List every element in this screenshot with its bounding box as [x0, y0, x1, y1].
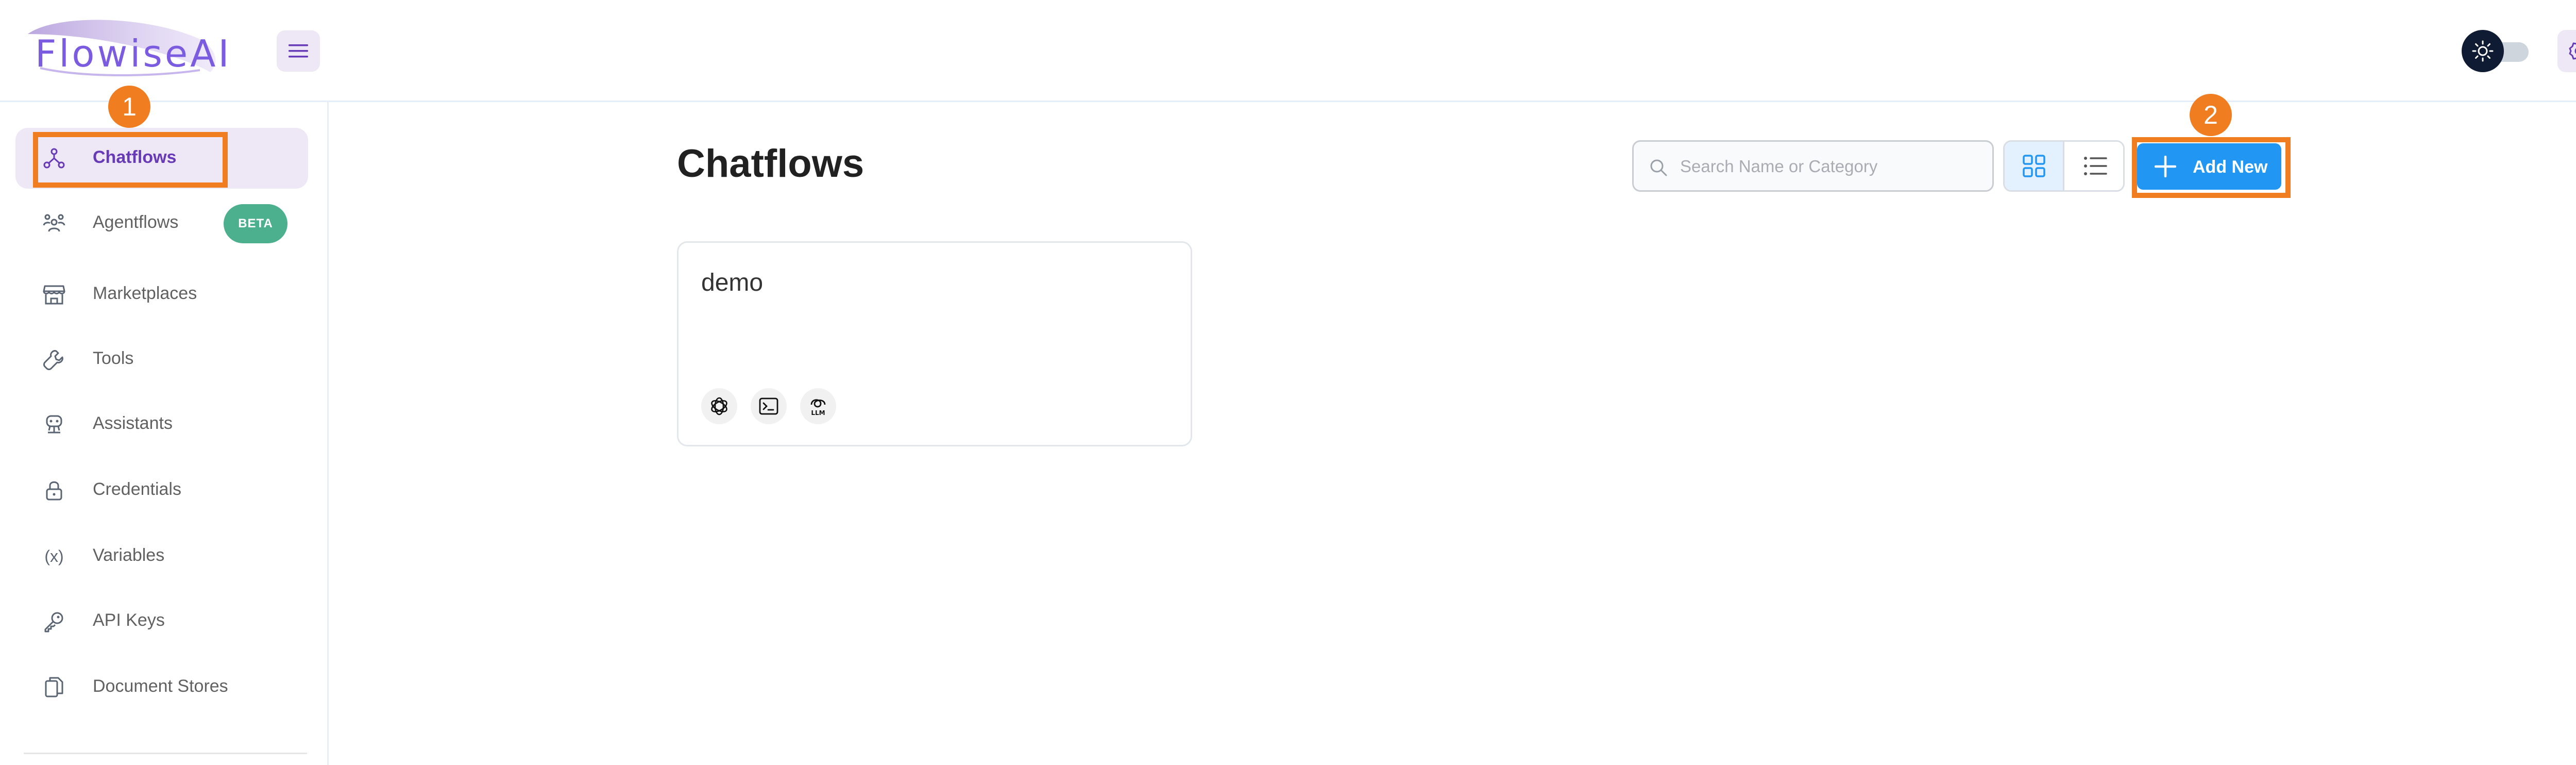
list-view-icon — [2084, 157, 2107, 175]
sun-icon — [2472, 40, 2494, 62]
sidebar-item-label: Variables — [93, 545, 165, 565]
search-box[interactable] — [1632, 140, 1994, 192]
step-marker-2: 2 — [2190, 94, 2232, 136]
grid-view-icon — [2022, 155, 2045, 177]
sidebar-item-marketplaces[interactable]: Marketplaces — [15, 264, 308, 325]
sidebar-item-document-stores[interactable]: Document Stores — [15, 657, 308, 718]
llm-icon: LLM — [800, 388, 836, 424]
sidebar-item-credentials[interactable]: Credentials — [15, 460, 308, 521]
theme-toggle[interactable] — [2462, 29, 2532, 73]
app-window: FlowiseAI Chatflows Agentflows BETA Mark… — [0, 0, 2576, 765]
sidebar-item-tools[interactable]: Tools — [15, 329, 308, 390]
top-header: FlowiseAI — [0, 0, 2576, 102]
hamburger-icon — [289, 44, 308, 58]
variable-icon: (x) — [44, 546, 64, 566]
search-icon — [1649, 158, 1668, 177]
gear-icon — [2569, 42, 2576, 60]
grid-view-button[interactable] — [2005, 142, 2064, 190]
sidebar-item-label: Credentials — [93, 479, 181, 499]
sidebar-item-label: Tools — [93, 348, 134, 368]
sidebar-item-label: API Keys — [93, 610, 165, 630]
sidebar-item-api-keys[interactable]: API Keys — [15, 591, 308, 652]
menu-toggle-button[interactable] — [277, 30, 320, 72]
sidebar-item-label: Assistants — [93, 413, 173, 433]
toggle-knob — [2462, 30, 2504, 72]
sidebar-item-label: Agentflows — [93, 212, 179, 232]
key-icon — [42, 609, 66, 633]
view-mode-toggle — [2003, 140, 2125, 192]
sidebar: Chatflows Agentflows BETA Marketplaces T… — [0, 102, 329, 765]
agents-icon — [42, 211, 66, 235]
beta-badge: BETA — [224, 204, 287, 243]
logo-text: FlowiseAI — [35, 32, 232, 75]
sidebar-item-label: Marketplaces — [93, 284, 197, 303]
sidebar-divider — [24, 753, 307, 754]
sidebar-item-variables[interactable]: (x) Variables — [15, 526, 308, 587]
highlight-box-chatflows — [33, 132, 228, 188]
chatflow-card[interactable]: demo LLM — [677, 241, 1192, 446]
documents-icon — [42, 675, 66, 699]
list-view-button[interactable] — [2065, 142, 2123, 190]
store-icon — [42, 282, 66, 306]
step-marker-1: 1 — [108, 86, 150, 128]
openai-icon — [701, 388, 737, 424]
wrench-icon — [42, 347, 66, 371]
highlight-box-add-new — [2132, 137, 2291, 198]
robot-icon — [42, 412, 66, 436]
sidebar-item-agentflows[interactable]: Agentflows BETA — [15, 193, 308, 254]
terminal-icon — [751, 388, 787, 424]
sidebar-item-assistants[interactable]: Assistants — [15, 394, 308, 455]
chatflow-card-title: demo — [701, 269, 764, 296]
page-title: Chatflows — [677, 142, 865, 186]
sidebar-item-label: Document Stores — [93, 676, 228, 696]
lock-icon — [42, 478, 66, 502]
logo[interactable]: FlowiseAI — [25, 19, 229, 80]
settings-button[interactable] — [2557, 30, 2576, 72]
svg-text:LLM: LLM — [811, 409, 825, 417]
search-input[interactable] — [1680, 152, 1984, 181]
